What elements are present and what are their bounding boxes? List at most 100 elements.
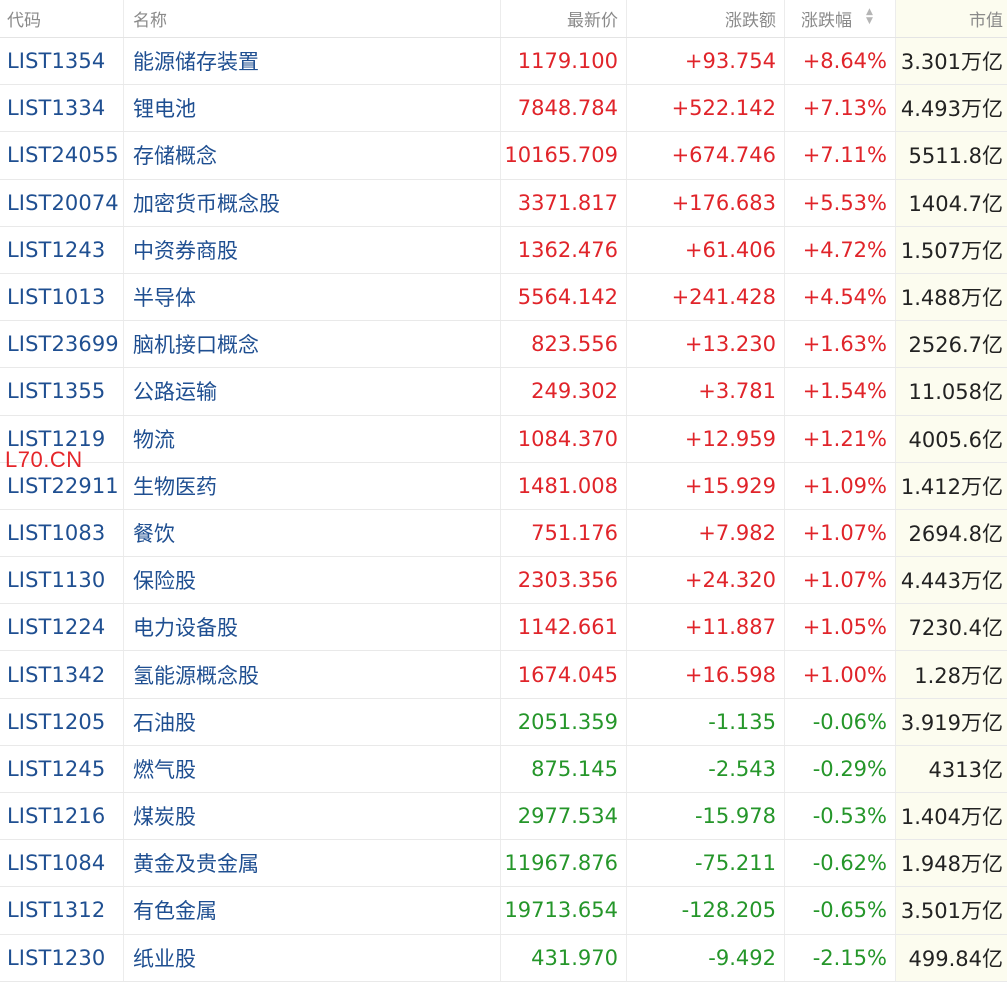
header-price[interactable]: 最新价 [501,0,627,37]
row-code[interactable]: LIST1354 [7,49,105,73]
row-change: -15.978 [694,804,776,829]
cell-code: LIST1083 [0,509,124,557]
row-name[interactable]: 加密货币概念股 [133,188,280,218]
table-row[interactable]: LIST1205 石油股 2051.359 -1.135 -0.06% 3.919万亿 [0,698,1007,746]
table-row[interactable]: LIST1355 公路运输 249.302 +3.781 +1.54% 11.058亿 [0,368,1007,416]
row-code[interactable]: LIST1243 [7,238,105,262]
cell-cap: 7230.4亿 [896,604,1007,651]
table-row[interactable]: LIST1013 半导体 5564.142 +241.428 +4.54% 1.488万亿 [0,273,1007,322]
row-name[interactable]: 脑机接口概念 [133,329,259,359]
row-pct: +1.07% [802,520,887,545]
row-name[interactable]: 黄金及贵金属 [133,848,259,878]
cell-cap: 3.919万亿 [896,698,1007,745]
row-code[interactable]: LIST1312 [7,898,105,922]
row-code[interactable]: LIST1224 [7,615,105,639]
row-name[interactable]: 半导体 [133,282,196,312]
row-name[interactable]: 餐饮 [133,518,175,548]
row-code[interactable]: LIST24055 [7,143,119,167]
row-price: 823.556 [531,332,618,357]
cell-price: 7848.784 [501,85,627,132]
row-code[interactable]: LIST1216 [7,804,105,828]
row-code[interactable]: LIST1342 [7,663,105,687]
row-name[interactable]: 能源储存装置 [133,46,259,76]
row-name[interactable]: 中资券商股 [133,235,238,265]
table-row[interactable]: LIST1245 燃气股 875.145 -2.543 -0.29% 4313亿 [0,745,1007,793]
row-name[interactable]: 电力设备股 [133,612,238,642]
table-row[interactable]: LIST1354 能源储存装置 1179.100 +93.754 +8.64% 3.301… [0,38,1007,86]
row-cap: 5511.8亿 [908,144,1003,169]
table-row[interactable]: LIST1243 中资券商股 1362.476 +61.406 +4.72% 1.507万… [0,226,1007,274]
row-code[interactable]: LIST1084 [7,851,105,875]
table-row[interactable]: LIST1334 锂电池 7848.784 +522.142 +7.13% 4.493万亿 [0,85,1007,133]
table-row[interactable]: LIST1219 物流 1084.370 +12.959 +1.21% 4005.6亿 [0,415,1007,463]
row-code[interactable]: LIST1083 [7,521,105,545]
row-name[interactable]: 有色金属 [133,895,217,925]
table-row[interactable]: LIST23699 脑机接口概念 823.556 +13.230 +1.63% 2526.… [0,321,1007,369]
table-row[interactable]: LIST1312 有色金属 19713.654 -128.205 -0.65% 3.501… [0,887,1007,935]
row-name[interactable]: 纸业股 [133,943,196,973]
row-name[interactable]: 石油股 [133,707,196,737]
table-row[interactable]: LIST1130 保险股 2303.356 +24.320 +1.07% 4.443万亿 [0,557,1007,605]
row-pct: -0.62% [812,851,887,876]
row-code[interactable]: LIST1355 [7,379,105,403]
header-change[interactable]: 涨跌额 [627,0,785,37]
cell-price: 875.145 [501,745,627,792]
row-code[interactable]: LIST1130 [7,568,105,592]
row-price: 1674.045 [517,662,618,687]
cell-price: 5564.142 [501,273,627,321]
row-name[interactable]: 物流 [133,424,175,454]
table-row[interactable]: LIST22911 生物医药 1481.008 +15.929 +1.09% 1.412万… [0,462,1007,510]
row-name[interactable]: 存储概念 [133,140,217,170]
header-code[interactable]: 代码 [0,0,124,37]
cell-price: 1084.370 [501,415,627,462]
row-code[interactable]: LIST1205 [7,710,105,734]
row-change: +93.754 [684,49,776,74]
row-cap: 4.493万亿 [900,97,1003,122]
row-code[interactable]: LIST20074 [7,191,119,215]
cell-cap: 3.301万亿 [896,38,1007,85]
cell-code: LIST24055 [0,132,124,179]
cell-cap: 1.948万亿 [896,840,1007,887]
row-code[interactable]: LIST1245 [7,757,105,781]
row-name[interactable]: 煤炭股 [133,801,196,831]
cell-pct: +7.11% [785,132,896,179]
row-code[interactable]: LIST22911 [7,474,119,498]
row-pct: -0.06% [812,709,887,734]
table-row[interactable]: LIST1230 纸业股 431.970 -9.492 -2.15% 499.84亿 [0,934,1007,982]
table-row[interactable]: LIST1216 煤炭股 2977.534 -15.978 -0.53% 1.404万亿 [0,793,1007,841]
row-name[interactable]: 锂电池 [133,93,196,123]
table-row[interactable]: LIST1342 氢能源概念股 1674.045 +16.598 +1.00% 1.28万… [0,651,1007,699]
row-code[interactable]: LIST23699 [7,332,119,356]
row-change: +241.428 [671,285,776,310]
cell-change: +522.142 [627,85,785,132]
cell-cap: 11.058亿 [896,368,1007,415]
row-code[interactable]: LIST1013 [7,285,105,309]
table-row[interactable]: LIST1084 黄金及贵金属 11967.876 -75.211 -0.62% 1.94… [0,840,1007,888]
cell-change: +3.781 [627,368,785,415]
row-change: +61.406 [684,237,776,262]
cell-cap: 499.84亿 [896,934,1007,981]
header-name[interactable]: 名称 [124,0,501,37]
cell-code: LIST1243 [0,226,124,273]
table-row[interactable]: LIST20074 加密货币概念股 3371.817 +176.683 +5.53% 14… [0,179,1007,227]
row-name[interactable]: 生物医药 [133,471,217,501]
row-code[interactable]: LIST1230 [7,946,105,970]
cell-pct: +4.72% [785,226,896,273]
table-row[interactable]: LIST1083 餐饮 751.176 +7.982 +1.07% 2694.8亿 [0,509,1007,558]
cell-pct: +1.09% [785,462,896,509]
header-cap[interactable]: 市值 [896,0,1007,37]
row-name[interactable]: 燃气股 [133,754,196,784]
row-cap: 4.443万亿 [900,569,1003,594]
row-name[interactable]: 保险股 [133,565,196,595]
row-change: -128.205 [681,898,776,923]
row-name[interactable]: 氢能源概念股 [133,660,259,690]
table-row[interactable]: LIST1224 电力设备股 1142.661 +11.887 +1.05% 7230.4… [0,604,1007,652]
row-name[interactable]: 公路运输 [133,376,217,406]
table-row[interactable]: LIST24055 存储概念 10165.709 +674.746 +7.11% 5511… [0,132,1007,180]
cell-change: +176.683 [627,179,785,226]
sort-icon[interactable]: ▲ ▼ [866,8,873,26]
header-pct[interactable]: 涨跌幅 ▲ ▼ [785,0,896,37]
row-code[interactable]: LIST1334 [7,96,105,120]
row-pct: +7.11% [802,143,887,168]
cell-code: LIST1205 [0,698,124,745]
